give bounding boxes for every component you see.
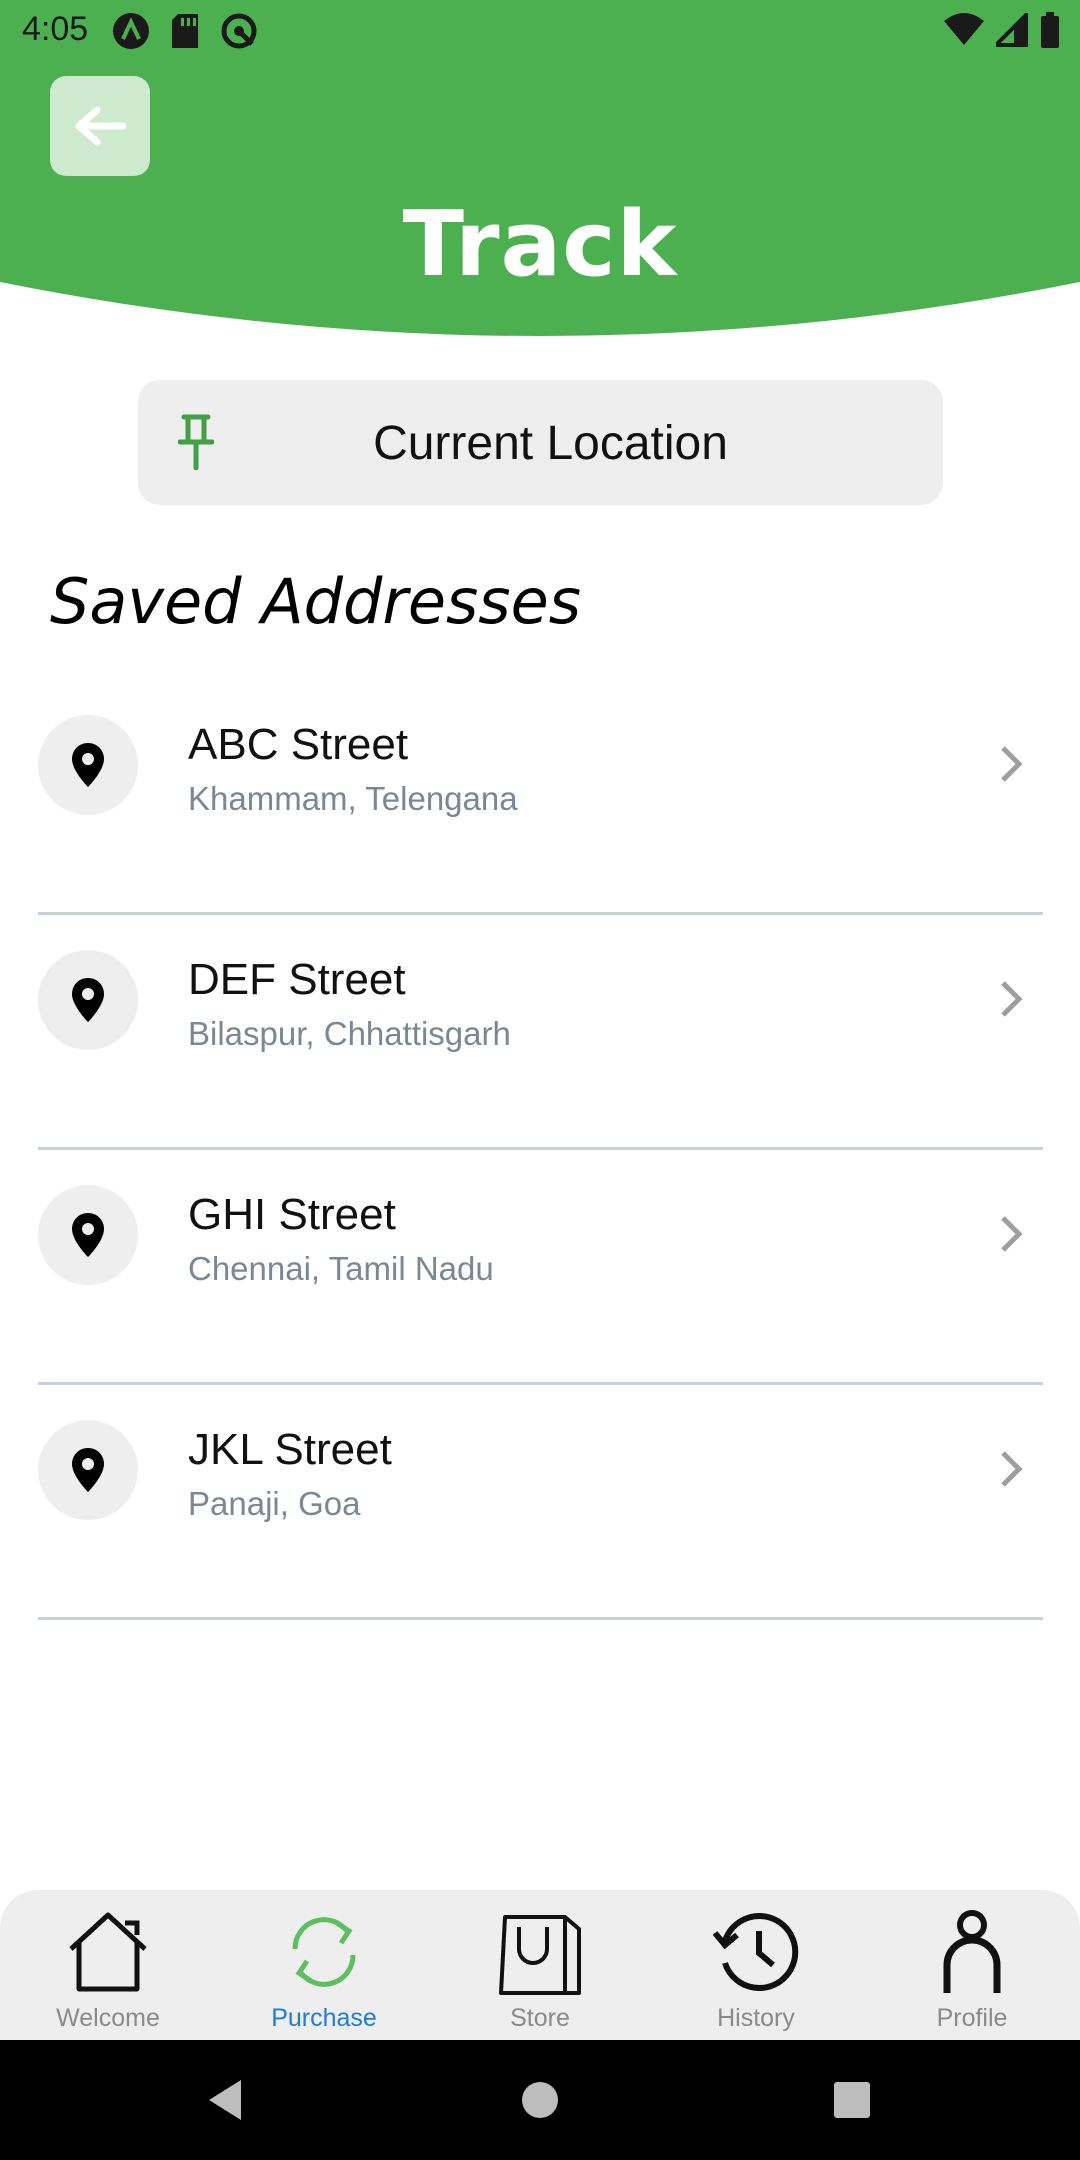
address-item-def[interactable]: DEF Street Bilaspur, Chhattisgarh [38,915,1043,1150]
nav-label: Store [510,2004,570,2032]
shopping-bag-icon [499,1915,581,1995]
at-sync-icon [221,13,257,49]
system-recents-button[interactable] [822,2040,882,2160]
nav-label: Welcome [56,2004,160,2032]
nav-label: Profile [936,2004,1008,2032]
status-system-icons [944,12,1060,48]
home-icon [69,1912,147,1992]
page-title: Track [402,192,678,297]
cell-signal-icon [996,13,1028,47]
address-city: Khammam, Telengana [188,780,518,817]
address-city: Chennai, Tamil Nadu [188,1250,494,1287]
system-navigation-bar [0,2040,1080,2160]
location-pin-icon [38,715,138,815]
location-pin-icon [38,950,138,1050]
back-button[interactable] [50,76,150,176]
current-location-label: Current Location [373,417,728,470]
location-pin-icon [38,1420,138,1520]
circle-home-icon [522,2082,558,2118]
person-icon [943,1910,1001,1993]
nav-welcome[interactable]: Welcome [0,1890,216,2040]
chevron-right-icon [1001,746,1023,782]
battery-icon [1041,12,1059,48]
address-street: ABC Street [188,720,409,769]
location-pin-icon [38,1185,138,1285]
address-item-jkl[interactable]: JKL Street Panaji, Goa [38,1385,1043,1620]
status-time: 4:05 [22,10,89,48]
nav-label: History [717,2004,795,2032]
address-street: GHI Street [188,1190,396,1239]
square-recents-icon [834,2082,870,2118]
status-notification-icons [112,12,258,50]
system-back-button[interactable] [195,2040,255,2160]
nav-profile[interactable]: Profile [864,1890,1080,2040]
current-location-button[interactable]: Current Location [138,380,943,505]
saved-address-list: ABC Street Khammam, Telengana DEF Street… [38,680,1043,1620]
address-city: Panaji, Goa [188,1485,361,1522]
app-a-icon [113,13,149,49]
address-street: DEF Street [188,955,406,1004]
status-bar: 4:05 [0,0,1080,62]
history-icon [712,1913,799,1991]
address-item-ghi[interactable]: GHI Street Chennai, Tamil Nadu [38,1150,1043,1385]
nav-label: Purchase [271,2004,377,2032]
sd-card-icon [172,14,198,48]
chevron-right-icon [1001,981,1023,1017]
nav-purchase[interactable]: Purchase [216,1890,432,2040]
chevron-right-icon [1001,1451,1023,1487]
bottom-navigation: Welcome Purchase Store History Profile [0,1890,1080,2040]
address-city: Bilaspur, Chhattisgarh [188,1015,511,1052]
system-home-button[interactable] [510,2040,570,2160]
address-item-abc[interactable]: ABC Street Khammam, Telengana [38,680,1043,915]
refresh-icon [292,1917,356,1987]
arrow-left-icon [75,106,127,146]
triangle-back-icon [209,2080,241,2120]
chevron-right-icon [1001,1216,1023,1252]
nav-history[interactable]: History [648,1890,864,2040]
wifi-icon [944,13,984,45]
saved-addresses-title: Saved Addresses [50,565,582,638]
address-street: JKL Street [188,1425,392,1474]
nav-store[interactable]: Store [432,1890,648,2040]
